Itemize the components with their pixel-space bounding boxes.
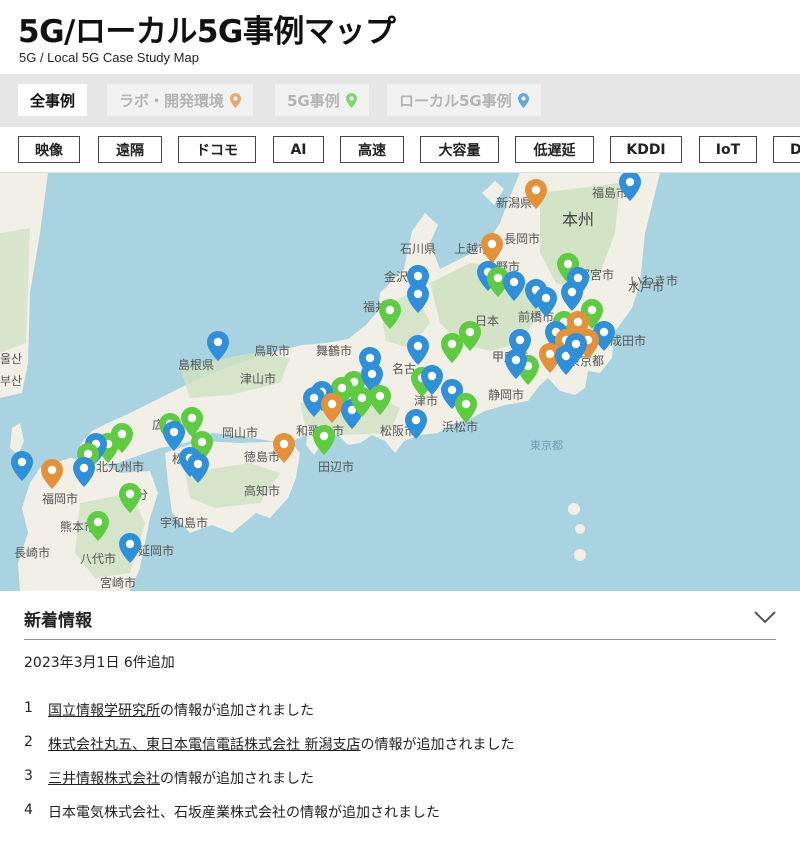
- map-label: 八代市: [80, 551, 116, 566]
- news-panel: 新着情報 2023年3月1日 6件追加 1 国立情報学研究所の情報が追加されまし…: [0, 591, 800, 843]
- tab-5g-cases[interactable]: 5G事例: [275, 84, 369, 116]
- map-label: 水戸市: [628, 279, 664, 294]
- map-label: 静岡市: [488, 387, 524, 402]
- case-pin-marker[interactable]: [11, 451, 33, 481]
- filter-chip[interactable]: IoT: [699, 136, 757, 163]
- tab-all-cases[interactable]: 全事例: [18, 84, 88, 116]
- map-label: 長岡市: [504, 231, 540, 246]
- news-header[interactable]: 新着情報: [24, 606, 776, 640]
- tab-label: 5G事例: [287, 91, 340, 110]
- map-label: 石川県: [400, 242, 436, 256]
- map-label: 岡山市: [222, 425, 258, 440]
- chevron-down-icon[interactable]: [754, 610, 776, 624]
- news-item-number: 1: [24, 700, 33, 716]
- page-title: 5G/ローカル5G事例マップ: [18, 14, 396, 50]
- news-item-number: 2: [24, 734, 33, 750]
- news-item-text: の情報が追加されました: [360, 737, 515, 753]
- category-tab-bar: 全事例 ラボ・開発環境 5G事例 ローカル5G事例: [0, 74, 800, 127]
- news-item: 4 日本電気株式会社、石坂産業株式会社の情報が追加されました: [24, 802, 784, 836]
- map-canvas[interactable]: 福島市 本州 いわき市 長岡市 新潟県 上越市 石川県 金沢市 長野市 宇都宮市…: [0, 173, 800, 591]
- tsushima-island: [10, 423, 24, 455]
- noto-peninsula: [404, 213, 440, 269]
- filter-chip[interactable]: 高速: [340, 136, 404, 163]
- blue-pin-icon: [517, 92, 529, 108]
- news-item-number: 3: [24, 768, 33, 784]
- tab-label: ラボ・開発環境: [119, 91, 225, 110]
- map-label: 徳島市: [244, 449, 280, 464]
- filter-chip[interactable]: KDDI: [610, 136, 682, 163]
- izu-island: [575, 524, 585, 534]
- news-item: 2 株式会社丸五、東日本電信電話株式会社 新潟支店の情報が追加されました: [24, 734, 784, 768]
- map-label: 成田市: [610, 333, 646, 348]
- page-subtitle: 5G / Local 5G Case Study Map: [19, 50, 199, 65]
- news-item-link[interactable]: 株式会社丸五、東日本電信電話株式会社 新潟支店: [48, 737, 360, 753]
- tab-label: 全事例: [30, 91, 76, 110]
- mountain-area: [0, 228, 30, 353]
- map-label: 田辺市: [318, 459, 354, 474]
- news-item-text: の情報が追加されました: [160, 771, 314, 787]
- news-item-number: 4: [24, 802, 33, 818]
- map-label: 延岡市: [138, 543, 174, 558]
- map-label: 東京都: [530, 438, 563, 452]
- news-date: 2023年3月1日 6件追加: [24, 655, 175, 671]
- keyword-filter-bar: 映像 遠隔 ドコモ AI 高速 大容量 低遅延 KDDI IoT D: [0, 127, 800, 173]
- map-label: 津市: [414, 393, 438, 408]
- case-map[interactable]: 福島市 本州 いわき市 長岡市 新潟県 上越市 石川県 金沢市 長野市 宇都宮市…: [0, 173, 800, 591]
- filter-chip[interactable]: ドコモ: [178, 136, 256, 163]
- news-item-link[interactable]: 三井情報株式会社: [48, 771, 160, 787]
- news-item: 3 三井情報株式会社の情報が追加されました: [24, 768, 784, 802]
- map-label: 島根県: [178, 357, 214, 372]
- news-item-text: の情報が追加されました: [160, 703, 314, 719]
- tab-lab-dev[interactable]: ラボ・開発環境: [107, 84, 254, 116]
- green-pin-icon: [345, 92, 357, 108]
- map-label: 宇和島市: [160, 515, 208, 530]
- map-label: 本州: [562, 210, 594, 229]
- filter-chip[interactable]: AI: [273, 136, 324, 163]
- filter-chip[interactable]: 遠隔: [98, 136, 162, 163]
- case-pin-marker[interactable]: [207, 331, 229, 361]
- tab-local-5g-cases[interactable]: ローカル5G事例: [387, 84, 541, 116]
- map-label: 北九州市: [96, 459, 144, 474]
- news-item-text: 日本電気株式会社、石坂産業株式会社の情報が追加されました: [48, 805, 440, 821]
- tab-label: ローカル5G事例: [399, 91, 512, 110]
- map-label: 福岡市: [42, 491, 78, 506]
- izu-island: [568, 503, 580, 515]
- news-title: 新着情報: [24, 611, 92, 631]
- map-label: 울산: [0, 352, 22, 366]
- map-label: 鳥取市: [254, 343, 290, 358]
- map-label: 津山市: [240, 371, 276, 386]
- izu-island: [574, 549, 586, 561]
- filter-chip[interactable]: 映像: [18, 136, 80, 163]
- news-list: 1 国立情報学研究所の情報が追加されました 2 株式会社丸五、東日本電信電話株式…: [24, 700, 784, 836]
- map-label: 宮崎市: [100, 575, 136, 590]
- filter-chip[interactable]: 低遅延: [515, 136, 594, 163]
- news-item: 1 国立情報学研究所の情報が追加されました: [24, 700, 784, 734]
- filter-chip[interactable]: 大容量: [420, 136, 499, 163]
- map-label: 舞鶴市: [316, 343, 352, 358]
- map-label: 高知市: [244, 483, 280, 498]
- map-label: 新潟県: [496, 195, 532, 210]
- map-label: 浜松市: [442, 419, 478, 434]
- news-item-link[interactable]: 国立情報学研究所: [48, 703, 160, 719]
- map-label: 長崎市: [14, 545, 50, 560]
- orange-pin-icon: [230, 92, 242, 108]
- filter-chip[interactable]: D: [773, 136, 800, 163]
- page-header: 5G/ローカル5G事例マップ 5G / Local 5G Case Study …: [0, 0, 800, 74]
- map-label: 부산: [0, 374, 22, 388]
